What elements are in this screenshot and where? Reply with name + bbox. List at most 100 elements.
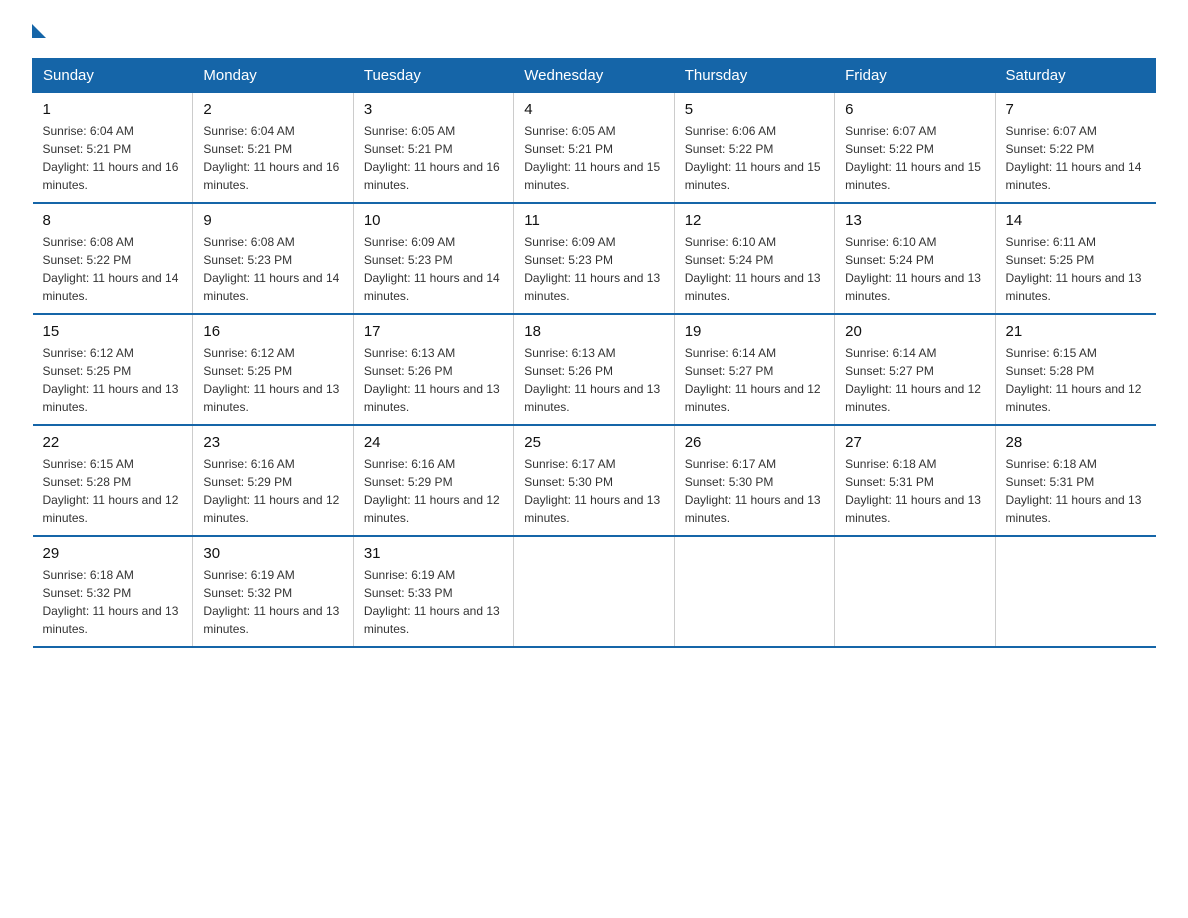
calendar-cell: 8 Sunrise: 6:08 AMSunset: 5:22 PMDaylight…	[33, 203, 193, 314]
calendar-cell: 30 Sunrise: 6:19 AMSunset: 5:32 PMDayligh…	[193, 536, 353, 647]
day-number: 12	[685, 212, 824, 229]
calendar-cell	[674, 536, 834, 647]
day-number: 6	[845, 101, 984, 118]
day-number: 15	[43, 323, 183, 340]
calendar-cell: 25Sunrise: 6:17 AMSunset: 5:30 PMDayligh…	[514, 425, 674, 536]
day-number: 16	[203, 323, 342, 340]
day-number: 7	[1006, 101, 1146, 118]
day-info: Sunrise: 6:18 AMSunset: 5:32 PMDaylight:…	[43, 566, 183, 638]
calendar-cell: 13Sunrise: 6:10 AMSunset: 5:24 PMDayligh…	[835, 203, 995, 314]
calendar-cell: 29 Sunrise: 6:18 AMSunset: 5:32 PMDayligh…	[33, 536, 193, 647]
day-info: Sunrise: 6:17 AMSunset: 5:30 PMDaylight:…	[524, 455, 663, 527]
calendar-cell: 6 Sunrise: 6:07 AMSunset: 5:22 PMDaylight…	[835, 93, 995, 204]
logo-triangle-icon	[32, 24, 46, 38]
calendar-cell: 31 Sunrise: 6:19 AMSunset: 5:33 PMDayligh…	[353, 536, 513, 647]
calendar-cell: 15 Sunrise: 6:12 AMSunset: 5:25 PMDayligh…	[33, 314, 193, 425]
calendar-cell: 11 Sunrise: 6:09 AMSunset: 5:23 PMDayligh…	[514, 203, 674, 314]
calendar-cell: 14 Sunrise: 6:11 AMSunset: 5:25 PMDayligh…	[995, 203, 1155, 314]
calendar-cell: 12 Sunrise: 6:10 AMSunset: 5:24 PMDayligh…	[674, 203, 834, 314]
weekday-header-tuesday: Tuesday	[353, 59, 513, 93]
day-number: 20	[845, 323, 984, 340]
calendar-cell: 17Sunrise: 6:13 AMSunset: 5:26 PMDayligh…	[353, 314, 513, 425]
day-info: Sunrise: 6:14 AMSunset: 5:27 PMDaylight:…	[845, 344, 984, 416]
day-info: Sunrise: 6:10 AMSunset: 5:24 PMDaylight:…	[845, 233, 984, 305]
day-number: 23	[203, 434, 342, 451]
day-info: Sunrise: 6:05 AMSunset: 5:21 PMDaylight:…	[524, 122, 663, 194]
calendar-table: SundayMondayTuesdayWednesdayThursdayFrid…	[32, 58, 1156, 648]
day-number: 10	[364, 212, 503, 229]
day-info: Sunrise: 6:10 AMSunset: 5:24 PMDaylight:…	[685, 233, 824, 305]
day-number: 18	[524, 323, 663, 340]
day-number: 8	[43, 212, 183, 229]
calendar-cell: 18 Sunrise: 6:13 AMSunset: 5:26 PMDayligh…	[514, 314, 674, 425]
calendar-header: SundayMondayTuesdayWednesdayThursdayFrid…	[33, 59, 1156, 93]
day-info: Sunrise: 6:15 AMSunset: 5:28 PMDaylight:…	[1006, 344, 1146, 416]
calendar-cell: 3 Sunrise: 6:05 AMSunset: 5:21 PMDaylight…	[353, 93, 513, 204]
day-info: Sunrise: 6:07 AMSunset: 5:22 PMDaylight:…	[845, 122, 984, 194]
weekday-header-friday: Friday	[835, 59, 995, 93]
day-number: 1	[43, 101, 183, 118]
day-info: Sunrise: 6:04 AMSunset: 5:21 PMDaylight:…	[203, 122, 342, 194]
day-number: 21	[1006, 323, 1146, 340]
calendar-cell: 9 Sunrise: 6:08 AMSunset: 5:23 PMDaylight…	[193, 203, 353, 314]
weekday-header-sunday: Sunday	[33, 59, 193, 93]
day-number: 30	[203, 545, 342, 562]
calendar-week-row: 29 Sunrise: 6:18 AMSunset: 5:32 PMDayligh…	[33, 536, 1156, 647]
day-number: 3	[364, 101, 503, 118]
day-info: Sunrise: 6:08 AMSunset: 5:22 PMDaylight:…	[43, 233, 183, 305]
calendar-cell: 27Sunrise: 6:18 AMSunset: 5:31 PMDayligh…	[835, 425, 995, 536]
calendar-cell: 23Sunrise: 6:16 AMSunset: 5:29 PMDayligh…	[193, 425, 353, 536]
calendar-cell: 24Sunrise: 6:16 AMSunset: 5:29 PMDayligh…	[353, 425, 513, 536]
weekday-header-monday: Monday	[193, 59, 353, 93]
day-info: Sunrise: 6:13 AMSunset: 5:26 PMDaylight:…	[524, 344, 663, 416]
calendar-cell: 4Sunrise: 6:05 AMSunset: 5:21 PMDaylight…	[514, 93, 674, 204]
calendar-cell: 20 Sunrise: 6:14 AMSunset: 5:27 PMDayligh…	[835, 314, 995, 425]
day-number: 31	[364, 545, 503, 562]
day-info: Sunrise: 6:05 AMSunset: 5:21 PMDaylight:…	[364, 122, 503, 194]
day-number: 5	[685, 101, 824, 118]
calendar-cell: 26Sunrise: 6:17 AMSunset: 5:30 PMDayligh…	[674, 425, 834, 536]
day-info: Sunrise: 6:04 AMSunset: 5:21 PMDaylight:…	[43, 122, 183, 194]
day-number: 19	[685, 323, 824, 340]
day-number: 22	[43, 434, 183, 451]
day-info: Sunrise: 6:09 AMSunset: 5:23 PMDaylight:…	[524, 233, 663, 305]
calendar-cell: 19 Sunrise: 6:14 AMSunset: 5:27 PMDayligh…	[674, 314, 834, 425]
day-number: 9	[203, 212, 342, 229]
page-header	[32, 24, 1156, 38]
calendar-cell: 1 Sunrise: 6:04 AMSunset: 5:21 PMDaylight…	[33, 93, 193, 204]
calendar-cell	[835, 536, 995, 647]
calendar-week-row: 15 Sunrise: 6:12 AMSunset: 5:25 PMDayligh…	[33, 314, 1156, 425]
weekday-header-wednesday: Wednesday	[514, 59, 674, 93]
calendar-week-row: 1 Sunrise: 6:04 AMSunset: 5:21 PMDaylight…	[33, 93, 1156, 204]
day-info: Sunrise: 6:07 AMSunset: 5:22 PMDaylight:…	[1006, 122, 1146, 194]
calendar-cell: 21 Sunrise: 6:15 AMSunset: 5:28 PMDayligh…	[995, 314, 1155, 425]
day-info: Sunrise: 6:08 AMSunset: 5:23 PMDaylight:…	[203, 233, 342, 305]
day-info: Sunrise: 6:14 AMSunset: 5:27 PMDaylight:…	[685, 344, 824, 416]
calendar-week-row: 22 Sunrise: 6:15 AMSunset: 5:28 PMDayligh…	[33, 425, 1156, 536]
calendar-cell	[995, 536, 1155, 647]
day-info: Sunrise: 6:09 AMSunset: 5:23 PMDaylight:…	[364, 233, 503, 305]
weekday-header-thursday: Thursday	[674, 59, 834, 93]
logo	[32, 24, 46, 38]
day-number: 14	[1006, 212, 1146, 229]
day-info: Sunrise: 6:11 AMSunset: 5:25 PMDaylight:…	[1006, 233, 1146, 305]
day-info: Sunrise: 6:18 AMSunset: 5:31 PMDaylight:…	[1006, 455, 1146, 527]
day-number: 29	[43, 545, 183, 562]
day-info: Sunrise: 6:19 AMSunset: 5:32 PMDaylight:…	[203, 566, 342, 638]
calendar-cell: 28 Sunrise: 6:18 AMSunset: 5:31 PMDayligh…	[995, 425, 1155, 536]
calendar-cell: 7 Sunrise: 6:07 AMSunset: 5:22 PMDaylight…	[995, 93, 1155, 204]
day-info: Sunrise: 6:15 AMSunset: 5:28 PMDaylight:…	[43, 455, 183, 527]
day-number: 24	[364, 434, 503, 451]
day-number: 27	[845, 434, 984, 451]
day-number: 28	[1006, 434, 1146, 451]
day-number: 26	[685, 434, 824, 451]
calendar-body: 1 Sunrise: 6:04 AMSunset: 5:21 PMDaylight…	[33, 93, 1156, 648]
day-info: Sunrise: 6:12 AMSunset: 5:25 PMDaylight:…	[43, 344, 183, 416]
calendar-cell: 2Sunrise: 6:04 AMSunset: 5:21 PMDaylight…	[193, 93, 353, 204]
calendar-cell: 16 Sunrise: 6:12 AMSunset: 5:25 PMDayligh…	[193, 314, 353, 425]
weekday-header-saturday: Saturday	[995, 59, 1155, 93]
day-info: Sunrise: 6:19 AMSunset: 5:33 PMDaylight:…	[364, 566, 503, 638]
day-info: Sunrise: 6:06 AMSunset: 5:22 PMDaylight:…	[685, 122, 824, 194]
day-number: 11	[524, 212, 663, 229]
day-info: Sunrise: 6:12 AMSunset: 5:25 PMDaylight:…	[203, 344, 342, 416]
